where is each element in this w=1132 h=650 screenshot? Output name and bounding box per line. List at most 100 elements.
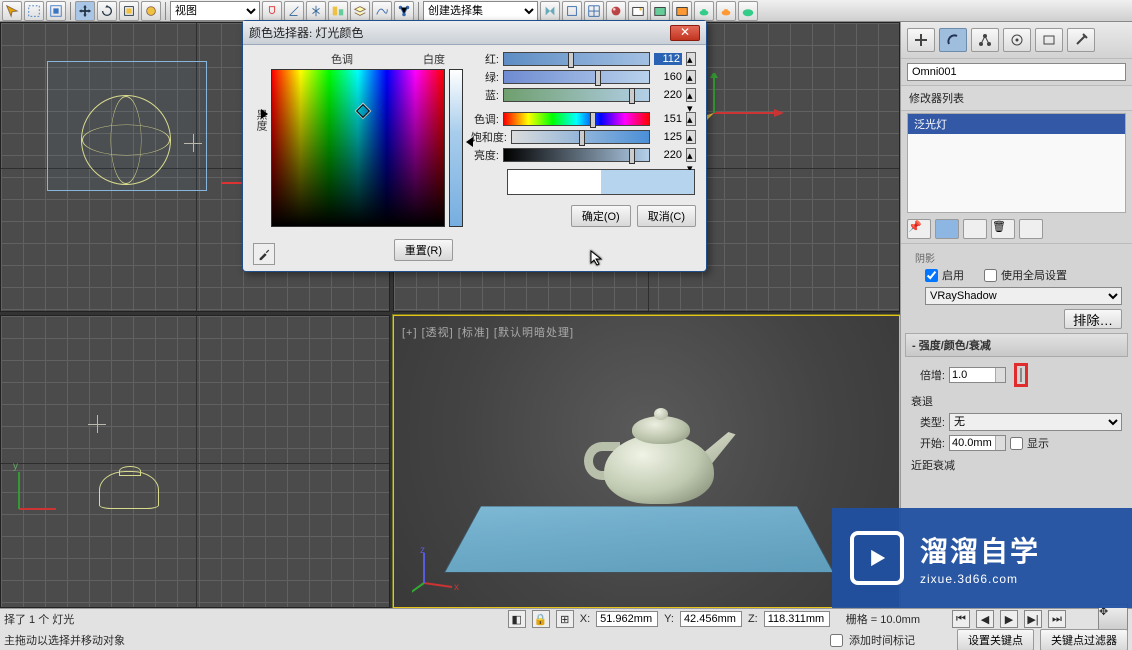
create-tab[interactable] xyxy=(907,28,935,52)
color-field-cursor[interactable] xyxy=(356,104,370,118)
whiteness-slider[interactable] xyxy=(449,69,463,227)
shadow-enable-checkbox[interactable] xyxy=(925,269,938,282)
curve-editor-btn[interactable] xyxy=(372,1,392,21)
multiplier-input[interactable] xyxy=(950,369,995,381)
blackness-slider-arrow-icon[interactable] xyxy=(261,109,268,119)
whiteness-slider-arrow-icon[interactable] xyxy=(466,137,473,147)
dialog-close-button[interactable]: ✕ xyxy=(670,25,700,41)
green-spinner[interactable]: ▴▾ xyxy=(686,70,696,84)
schematic-btn[interactable] xyxy=(394,1,414,21)
red-spinner[interactable]: ▴▾ xyxy=(686,52,696,66)
configure-sets-btn[interactable] xyxy=(1019,219,1043,239)
decay-start-input[interactable] xyxy=(950,437,995,449)
snap-btn[interactable] xyxy=(262,1,282,21)
watermark-play-icon xyxy=(850,531,904,585)
decay-start-spinner[interactable] xyxy=(949,435,1006,451)
scale-btn[interactable] xyxy=(119,1,139,21)
abs-coords-icon[interactable]: ⊞ xyxy=(556,610,574,628)
color-field[interactable] xyxy=(271,69,445,227)
key-filters-button[interactable]: 关键点过滤器 xyxy=(1040,629,1128,650)
command-panel-tabs xyxy=(901,22,1132,59)
eyedropper-button[interactable] xyxy=(253,243,275,265)
ground-plane[interactable] xyxy=(444,506,834,572)
material-btn[interactable] xyxy=(606,1,626,21)
teapot-big-btn[interactable] xyxy=(738,1,758,21)
isolate-selection-icon[interactable]: ◧ xyxy=(508,610,526,628)
z-coord-field[interactable] xyxy=(764,611,830,627)
multiplier-spinner[interactable] xyxy=(949,367,1006,383)
snap-toggle-btn[interactable] xyxy=(562,1,582,21)
motion-tab[interactable] xyxy=(1003,28,1031,52)
intensity-rollout-header[interactable]: - 强度/颜色/衰减 xyxy=(905,333,1128,357)
viewport-left[interactable]: y xyxy=(0,315,390,608)
red-label: 红: xyxy=(463,51,499,67)
ok-button[interactable]: 确定(O) xyxy=(571,205,631,227)
render-frame-btn[interactable] xyxy=(650,1,670,21)
display-tab[interactable] xyxy=(1035,28,1063,52)
grid-btn[interactable] xyxy=(584,1,604,21)
play-icon[interactable]: ▶ xyxy=(1000,610,1018,628)
teapot-orange-btn[interactable] xyxy=(716,1,736,21)
render-setup-btn[interactable] xyxy=(628,1,648,21)
red-slider[interactable] xyxy=(503,52,650,66)
pin-stack-btn[interactable]: 📌 xyxy=(907,219,931,239)
val-slider[interactable] xyxy=(503,148,650,162)
goto-end-icon[interactable]: ⏭ xyxy=(1048,610,1066,628)
add-time-tag-checkbox[interactable] xyxy=(830,634,843,647)
shadow-type-dropdown[interactable]: VRayShadow xyxy=(925,287,1122,305)
coord-sys-btn[interactable] xyxy=(141,1,161,21)
next-frame-icon[interactable]: ▶| xyxy=(1024,610,1042,628)
viewport-perspective[interactable]: [+] [透视] [标准] [默认明暗处理] x z xyxy=(393,315,900,608)
align-btn[interactable] xyxy=(328,1,348,21)
object-name-field[interactable] xyxy=(907,63,1126,81)
move-btn[interactable] xyxy=(75,1,95,21)
set-key-button[interactable]: 设置关键点 xyxy=(957,629,1034,650)
view-dropdown[interactable]: 视图 xyxy=(170,1,260,21)
select-region-btn[interactable] xyxy=(24,1,44,21)
select-object-btn[interactable] xyxy=(2,1,22,21)
reset-button[interactable]: 重置(R) xyxy=(394,239,453,261)
prev-frame-icon[interactable]: ◀ xyxy=(976,610,994,628)
teapot-render-btn[interactable] xyxy=(694,1,714,21)
hue-slider[interactable] xyxy=(503,112,650,126)
hue-spinner[interactable]: ▴▾ xyxy=(686,112,696,126)
green-slider[interactable] xyxy=(503,70,650,84)
global-settings-checkbox[interactable] xyxy=(984,269,997,282)
show-end-result-btn[interactable] xyxy=(935,219,959,239)
decay-type-dropdown[interactable]: 无 xyxy=(949,413,1122,431)
select-all-btn[interactable] xyxy=(46,1,66,21)
cancel-button[interactable]: 取消(C) xyxy=(637,205,696,227)
teapot-mesh[interactable] xyxy=(574,396,734,516)
light-color-swatch[interactable] xyxy=(1020,368,1022,382)
mirror-btn[interactable] xyxy=(306,1,326,21)
sat-slider[interactable] xyxy=(511,130,650,144)
hierarchy-tab[interactable] xyxy=(971,28,999,52)
omni-light-wireframe[interactable] xyxy=(81,95,171,185)
x-coord-field[interactable] xyxy=(596,611,658,627)
stack-entry-omni[interactable]: 泛光灯 xyxy=(908,114,1125,134)
rotate-btn[interactable] xyxy=(97,1,117,21)
lock-selection-icon[interactable]: 🔒 xyxy=(532,610,550,628)
y-label: Y: xyxy=(664,613,674,625)
layers-btn[interactable] xyxy=(350,1,370,21)
val-spinner[interactable]: ▴▾ xyxy=(686,148,696,162)
remove-modifier-btn[interactable]: 🗑 xyxy=(991,219,1015,239)
goto-start-icon[interactable]: ⏮ xyxy=(952,610,970,628)
blue-spinner[interactable]: ▴▾ xyxy=(686,88,696,102)
mirror2-btn[interactable] xyxy=(540,1,560,21)
utilities-tab[interactable] xyxy=(1067,28,1095,52)
decay-show-checkbox[interactable] xyxy=(1010,437,1023,450)
exclude-button[interactable]: 排除… xyxy=(1064,309,1122,329)
modifier-stack[interactable]: 泛光灯 xyxy=(907,113,1126,213)
blue-slider[interactable] xyxy=(503,88,650,102)
y-coord-field[interactable] xyxy=(680,611,742,627)
snap-angle-btn[interactable] xyxy=(284,1,304,21)
teapot-wireframe[interactable] xyxy=(99,471,159,509)
dialog-titlebar[interactable]: 颜色选择器: 灯光颜色 ✕ xyxy=(243,21,706,45)
selection-set-dropdown[interactable]: 创建选择集 xyxy=(423,1,538,21)
sat-spinner[interactable]: ▴▾ xyxy=(686,130,696,144)
modifier-list-label[interactable]: 修改器列表 xyxy=(901,85,1132,111)
modify-tab[interactable] xyxy=(939,28,967,52)
quick-render-btn[interactable] xyxy=(672,1,692,21)
make-unique-btn[interactable] xyxy=(963,219,987,239)
